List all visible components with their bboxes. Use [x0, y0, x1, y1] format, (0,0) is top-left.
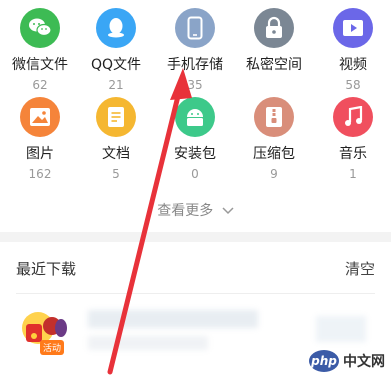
category-row-1: 微信文件 62 QQ文件 21 手机存储 35 私密空间 视频 58 — [0, 8, 391, 108]
category-label: 压缩包 — [253, 146, 295, 162]
category-count: 5 — [112, 167, 120, 181]
show-more-label: 查看更多 — [157, 203, 214, 219]
divider-line — [16, 293, 375, 294]
category-documents[interactable]: 文档 5 — [76, 97, 156, 181]
category-row-2: 图片 162 文档 5 安装包 0 压缩包 9 音乐 1 — [0, 97, 391, 197]
phone-icon — [175, 8, 215, 48]
clear-button[interactable]: 清空 — [345, 258, 375, 279]
section-divider — [0, 232, 391, 242]
category-count: 62 — [32, 78, 48, 92]
category-count: 0 — [191, 167, 199, 181]
category-qq-files[interactable]: QQ文件 21 — [76, 8, 156, 92]
wechat-icon — [20, 8, 60, 48]
archive-icon — [254, 97, 294, 137]
category-private-space[interactable]: 私密空间 — [234, 8, 314, 78]
qq-icon — [96, 8, 136, 48]
category-label: QQ文件 — [90, 57, 142, 73]
category-label: 视频 — [339, 57, 367, 73]
category-count: 1 — [349, 167, 357, 181]
category-music[interactable]: 音乐 1 — [313, 97, 391, 181]
category-label: 微信文件 — [12, 57, 68, 73]
category-label: 文档 — [102, 146, 130, 162]
android-icon — [175, 97, 215, 137]
category-apk[interactable]: 安装包 0 — [155, 97, 235, 181]
php-logo: php — [309, 350, 339, 372]
show-more-button[interactable]: 查看更多 — [0, 200, 391, 220]
image-icon — [20, 97, 60, 137]
blurred-item-meta — [88, 336, 208, 350]
lock-icon — [254, 8, 294, 48]
category-label: 图片 — [26, 146, 54, 162]
category-count: 21 — [108, 78, 124, 92]
category-video[interactable]: 视频 58 — [313, 8, 391, 92]
category-archives[interactable]: 压缩包 9 — [234, 97, 314, 181]
music-icon — [333, 97, 373, 137]
chevron-down-icon — [222, 203, 234, 219]
blurred-item-action — [316, 316, 366, 342]
category-count: 9 — [270, 167, 278, 181]
category-count: 162 — [28, 167, 52, 181]
category-label: 私密空间 — [246, 57, 302, 73]
category-label: 手机存储 — [167, 57, 223, 73]
category-phone-storage[interactable]: 手机存储 35 — [155, 8, 235, 92]
category-wechat-files[interactable]: 微信文件 62 — [0, 8, 80, 92]
document-icon — [96, 97, 136, 137]
event-badge: 活动 — [40, 340, 65, 355]
category-label: 音乐 — [339, 146, 367, 162]
watermark: php 中文网 — [309, 350, 385, 372]
recent-downloads-header: 最近下载 清空 — [16, 256, 375, 280]
recent-downloads-title: 最近下载 — [16, 260, 77, 278]
watermark-text: 中文网 — [343, 354, 385, 370]
video-icon — [333, 8, 373, 48]
category-images[interactable]: 图片 162 — [0, 97, 80, 181]
category-label: 安装包 — [174, 146, 216, 162]
category-count: 35 — [187, 78, 203, 92]
blurred-item-title — [88, 310, 258, 328]
category-count: 58 — [345, 78, 361, 92]
